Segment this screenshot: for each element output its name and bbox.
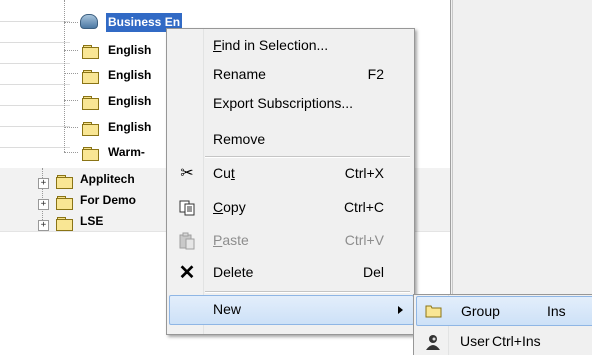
menu-item-label: Group [461, 303, 500, 319]
user-icon [424, 333, 442, 351]
tree-node-label: English [108, 68, 152, 82]
tree-node-label: For Demo [80, 193, 137, 207]
folder-icon [82, 122, 99, 136]
submenu-arrow-icon [398, 306, 403, 314]
menu-item-rename[interactable]: Rename F2 [169, 60, 412, 89]
expand-icon[interactable]: + [38, 178, 49, 189]
tree-connector [42, 168, 43, 228]
tree-connector [64, 22, 78, 23]
row-grid [0, 42, 70, 64]
tree-node-label: English [108, 120, 152, 134]
globe-folder-icon [80, 14, 98, 29]
expand-icon[interactable]: + [38, 220, 49, 231]
tree-node-label: English [108, 94, 152, 108]
menu-item-paste[interactable]: Paste Ctrl+V [169, 226, 412, 255]
row-grid [0, 63, 70, 85]
tree-connector [64, 73, 78, 74]
folder-icon [56, 175, 73, 189]
tree-node-label: Applitech [80, 172, 135, 186]
menu-item-label: Remove [213, 131, 266, 147]
tree-connector [64, 100, 78, 101]
copy-icon [178, 199, 196, 217]
folder-icon [82, 70, 99, 84]
menu-item-label: Delete [213, 264, 254, 280]
folder-icon [82, 147, 99, 161]
submenu-new: Group Ins User Ctrl+Ins [413, 294, 592, 355]
tree-node-label: English [108, 43, 152, 57]
menu-separator [205, 156, 410, 158]
menu-item-label: Find in Selection... [213, 37, 329, 53]
tree-connector [64, 152, 78, 153]
menu-item-shortcut: Ins [547, 303, 566, 319]
menu-item-new-group[interactable]: Group Ins [416, 296, 592, 326]
menu-item-label: Cut [213, 165, 235, 181]
menu-separator [205, 291, 410, 293]
folder-icon [56, 217, 73, 231]
folder-icon [56, 196, 73, 210]
tree-connector [64, 127, 78, 128]
menu-item-find-in-selection[interactable]: Find in Selection... [169, 31, 412, 60]
menu-item-new-user[interactable]: User Ctrl+Ins [416, 327, 592, 355]
menu-item-label: Copy [213, 199, 246, 215]
row-grid [0, 105, 70, 127]
menu-item-cut[interactable]: ✂ Cut Ctrl+X [169, 159, 412, 188]
row-grid [0, 0, 70, 22]
menu-item-shortcut: Ctrl+X [344, 165, 384, 181]
menu-item-copy[interactable]: Copy Ctrl+C [169, 193, 412, 222]
menu-item-label: Rename [213, 66, 266, 82]
row-grid [0, 21, 70, 43]
tree-node-label: Warm- [108, 145, 145, 159]
menu-item-new[interactable]: New [169, 295, 414, 325]
delete-x-icon: ✕ [178, 262, 196, 284]
menu-item-label: Paste [213, 232, 249, 248]
row-grid [0, 126, 70, 148]
folder-icon [82, 45, 99, 59]
tree-node-label: LSE [80, 214, 104, 228]
menu-item-shortcut: Del [362, 264, 384, 280]
row-grid [0, 84, 70, 106]
menu-item-delete[interactable]: ✕ Delete Del [169, 258, 412, 287]
menu-item-shortcut: Ctrl+V [344, 232, 384, 248]
expand-icon[interactable]: + [38, 199, 49, 210]
folder-icon [82, 96, 99, 110]
folder-icon [425, 303, 443, 321]
context-menu: Find in Selection... Rename F2 Export Su… [166, 28, 415, 335]
menu-item-label: User [460, 333, 490, 349]
menu-item-remove[interactable]: Remove [169, 125, 412, 154]
paste-icon [178, 232, 196, 250]
menu-item-label: New [213, 301, 242, 317]
menu-item-export-subscriptions[interactable]: Export Subscriptions... [169, 89, 412, 118]
menu-item-shortcut: Ctrl+Ins [492, 333, 541, 349]
scissors-icon: ✂ [180, 165, 194, 182]
menu-item-shortcut: F2 [367, 66, 384, 82]
menu-item-shortcut: Ctrl+C [343, 199, 384, 215]
tree-connector [64, 50, 78, 51]
menu-item-label: Export Subscriptions... [213, 95, 354, 111]
